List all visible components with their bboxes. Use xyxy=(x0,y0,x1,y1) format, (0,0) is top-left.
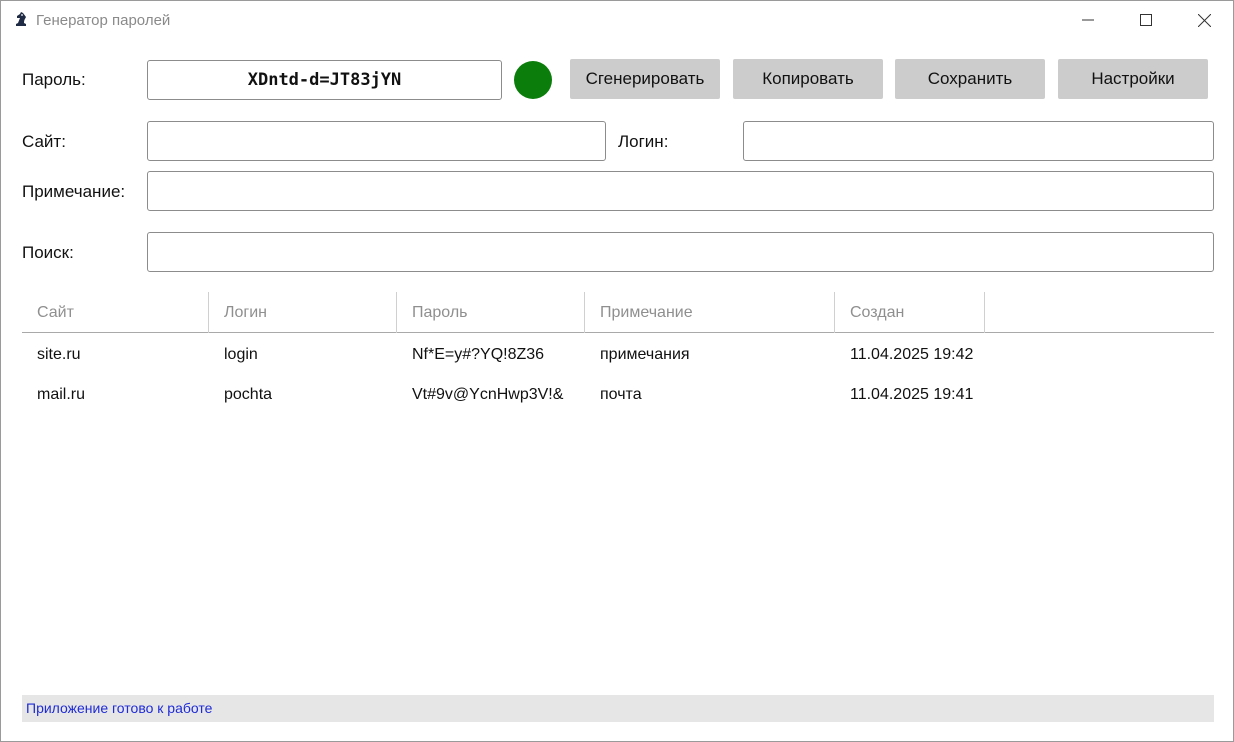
cell-password: Nf*E=y#?YQ!8Z36 xyxy=(412,346,545,363)
cell-login: login xyxy=(224,346,258,363)
note-input[interactable] xyxy=(147,171,1214,211)
app-window: Генератор паролей Пароль: XDntd-d=JT83jY… xyxy=(0,0,1234,742)
login-label: Логин: xyxy=(618,132,669,151)
cell-created: 11.04.2025 19:41 xyxy=(850,386,974,403)
note-label: Примечание: xyxy=(22,182,126,201)
cell-site: site.ru xyxy=(37,346,81,363)
column-header-site[interactable]: Сайт xyxy=(22,292,209,333)
site-input[interactable] xyxy=(147,121,606,161)
minimize-icon xyxy=(1082,19,1094,21)
search-label: Поиск: xyxy=(22,243,74,262)
settings-button[interactable]: Настройки xyxy=(1058,59,1208,99)
close-icon xyxy=(1197,13,1211,27)
site-label: Сайт: xyxy=(22,132,66,151)
maximize-button[interactable] xyxy=(1117,1,1175,39)
table-header: Сайт Логин Пароль Примечание Создан xyxy=(22,292,1214,333)
table-row[interactable]: site.ru login Nf*E=y#?YQ!8Z36 примечания… xyxy=(22,335,1214,375)
maximize-icon xyxy=(1140,14,1152,26)
cell-site: mail.ru xyxy=(37,386,86,403)
copy-button[interactable]: Копировать xyxy=(733,59,883,99)
cell-password: Vt#9v@YcnHwp3V!& xyxy=(412,386,564,403)
column-header-note[interactable]: Примечание xyxy=(585,292,835,333)
status-bar: Приложение готово к работе xyxy=(22,695,1214,722)
minimize-button[interactable] xyxy=(1059,1,1117,39)
save-button[interactable]: Сохранить xyxy=(895,59,1045,99)
search-input[interactable] xyxy=(147,232,1214,272)
status-text: Приложение готово к работе xyxy=(26,700,213,716)
cell-login: pochta xyxy=(224,386,273,403)
window-title: Генератор паролей xyxy=(36,12,171,29)
login-input[interactable] xyxy=(743,121,1214,161)
cell-note: почта xyxy=(600,386,642,403)
column-header-created[interactable]: Создан xyxy=(835,292,985,333)
close-button[interactable] xyxy=(1175,1,1233,39)
password-field[interactable]: XDntd-d=JT83jYN xyxy=(147,60,502,100)
chess-knight-icon xyxy=(13,11,29,27)
password-strength-indicator xyxy=(514,61,552,99)
cell-note: примечания xyxy=(600,346,690,363)
title-bar: Генератор паролей xyxy=(1,1,1233,39)
password-label: Пароль: xyxy=(22,70,86,89)
table-row[interactable]: mail.ru pochta Vt#9v@YcnHwp3V!& почта 11… xyxy=(22,375,1214,415)
generate-button[interactable]: Сгенерировать xyxy=(570,59,720,99)
column-header-password[interactable]: Пароль xyxy=(397,292,585,333)
cell-created: 11.04.2025 19:42 xyxy=(850,346,974,363)
column-header-login[interactable]: Логин xyxy=(209,292,397,333)
